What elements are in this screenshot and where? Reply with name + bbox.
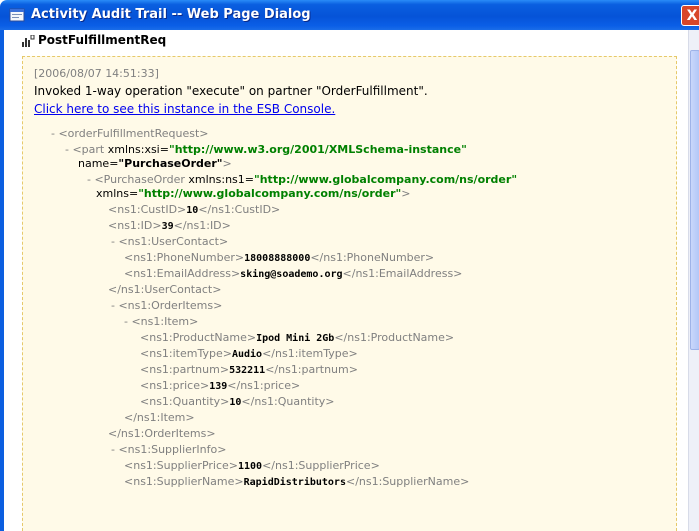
web-dialog-icon <box>9 8 25 22</box>
activity-title: PostFulfillmentReq <box>38 33 167 47</box>
xml-value: 10 <box>229 397 242 408</box>
xml-attr-value: "http://www.globalcompany.com/ns/order" <box>254 173 518 186</box>
xml-line: name="PurchaseOrder"> <box>78 156 232 172</box>
xml-tag: </ns1:Quantity> <box>241 395 335 408</box>
xml-line: xmlns="http://www.globalcompany.com/ns/o… <box>96 186 410 202</box>
xml-tag[interactable]: - <ns1:SupplierInfo> <box>111 443 226 456</box>
esb-console-link[interactable]: Click here to see this instance in the E… <box>34 102 335 116</box>
xml-value: 532211 <box>229 365 266 376</box>
xml-value: 1100 <box>238 461 263 472</box>
xml-attr-value: "http://www.w3.org/2001/XMLSchema-instan… <box>168 143 467 156</box>
xml-tag: <ns1:SupplierPrice> <box>124 459 238 472</box>
xml-attr-name: xmlns:ns1= <box>188 173 254 186</box>
xml-tag[interactable]: - <ns1:UserContact> <box>111 235 228 248</box>
entry-timestamp: [2006/08/07 14:51:33] <box>34 67 159 80</box>
xml-tag[interactable]: - <part <box>65 143 108 156</box>
xml-line: <ns1:SupplierName>RapidDistributors</ns1… <box>124 474 469 490</box>
xml-line: </ns1:OrderItems> <box>108 426 216 442</box>
xml-value: sking@soademo.org <box>240 269 343 280</box>
xml-line: - <ns1:OrderItems> <box>111 298 222 314</box>
xml-line: <ns1:itemType>Audio</ns1:itemType> <box>140 346 358 362</box>
invoke-activity-icon <box>22 35 35 47</box>
xml-line: <ns1:partnum>532211</ns1:partnum> <box>140 362 358 378</box>
xml-value: Ipod Mini 2Gb <box>256 333 335 344</box>
xml-attr-value: "PurchaseOrder" <box>118 157 223 170</box>
xml-tag: <ns1:price> <box>140 379 210 392</box>
xml-value: 39 <box>161 221 174 232</box>
xml-attr-value: "http://www.globalcompany.com/ns/order" <box>138 187 402 200</box>
vertical-scrollbar[interactable] <box>688 30 699 531</box>
xml-tag: > <box>222 157 232 170</box>
xml-tag: </ns1:PhoneNumber> <box>310 251 435 264</box>
xml-tag: <ns1:SupplierName> <box>124 475 244 488</box>
xml-tag: <ns1:CustID> <box>108 203 187 216</box>
xml-line: - <orderFulfillmentRequest> <box>51 126 208 142</box>
xml-attr-name: xmlns:xsi= <box>107 143 169 156</box>
xml-tag: </ns1:Item> <box>124 411 195 424</box>
xml-line: </ns1:Item> <box>124 410 195 426</box>
xml-line: - <ns1:UserContact> <box>111 234 228 250</box>
xml-value: 18008888000 <box>244 253 311 264</box>
xml-line: <ns1:Quantity>10</ns1:Quantity> <box>140 394 335 410</box>
window-title: Activity Audit Trail -- Web Page Dialog <box>31 7 311 22</box>
xml-tag[interactable]: - <ns1:OrderItems> <box>111 299 222 312</box>
xml-line: </ns1:UserContact> <box>108 282 221 298</box>
xml-value: 10 <box>186 205 199 216</box>
xml-tag: <ns1:itemType> <box>140 347 232 360</box>
xml-line: - <ns1:Item> <box>124 314 198 330</box>
xml-tag: <ns1:ProductName> <box>140 331 257 344</box>
xml-line: - <ns1:SupplierInfo> <box>111 442 226 458</box>
xml-tag: </ns1:price> <box>227 379 301 392</box>
xml-tag: </ns1:ID> <box>173 219 231 232</box>
close-icon: X <box>686 8 698 24</box>
xml-attr-name: xmlns= <box>96 187 139 200</box>
title-bar[interactable]: Activity Audit Trail -- Web Page Dialog … <box>0 0 699 30</box>
xml-tag: </ns1:OrderItems> <box>108 427 216 440</box>
scroll-thumb[interactable] <box>690 50 699 350</box>
xml-tag: </ns1:UserContact> <box>108 283 222 296</box>
xml-tag: > <box>401 187 411 200</box>
xml-tag: </ns1:EmailAddress> <box>342 267 463 280</box>
xml-tag: </ns1:SupplierPrice> <box>262 459 380 472</box>
xml-tag: </ns1:CustID> <box>198 203 281 216</box>
xml-tag: </ns1:SupplierName> <box>345 475 470 488</box>
xml-tag: <ns1:PhoneNumber> <box>124 251 245 264</box>
xml-value: RapidDistributors <box>243 477 346 488</box>
xml-tag: <ns1:EmailAddress> <box>124 267 241 280</box>
close-button[interactable]: X <box>681 5 699 26</box>
xml-line: <ns1:PhoneNumber>18008888000</ns1:PhoneN… <box>124 250 434 266</box>
xml-attr-name: name= <box>78 157 119 170</box>
xml-line: <ns1:CustID>10</ns1:CustID> <box>108 202 280 218</box>
audit-entry-panel: [2006/08/07 14:51:33] Invoked 1-way oper… <box>22 56 677 531</box>
xml-line: <ns1:price>139</ns1:price> <box>140 378 300 394</box>
xml-tag[interactable]: - <ns1:Item> <box>124 315 198 328</box>
xml-tag[interactable]: - <orderFulfillmentRequest> <box>51 127 208 140</box>
xml-tag: <ns1:ID> <box>108 219 162 232</box>
entry-message: Invoked 1-way operation "execute" on par… <box>34 84 428 98</box>
xml-tag: </ns1:itemType> <box>262 347 358 360</box>
xml-tag: <ns1:Quantity> <box>140 395 230 408</box>
xml-tag: </ns1:ProductName> <box>334 331 455 344</box>
xml-tag[interactable]: - <PurchaseOrder <box>87 173 188 186</box>
xml-tag: <ns1:partnum> <box>140 363 230 376</box>
xml-value: Audio <box>231 349 263 360</box>
xml-line: <ns1:ID>39</ns1:ID> <box>108 218 231 234</box>
xml-line: <ns1:EmailAddress>sking@soademo.org</ns1… <box>124 266 462 282</box>
xml-line: <ns1:ProductName>Ipod Mini 2Gb</ns1:Prod… <box>140 330 454 346</box>
xml-line: <ns1:SupplierPrice>1100</ns1:SupplierPri… <box>124 458 380 474</box>
xml-tag: </ns1:partnum> <box>265 363 358 376</box>
xml-value: 139 <box>209 381 228 392</box>
dialog-window: Activity Audit Trail -- Web Page Dialog … <box>0 0 699 531</box>
